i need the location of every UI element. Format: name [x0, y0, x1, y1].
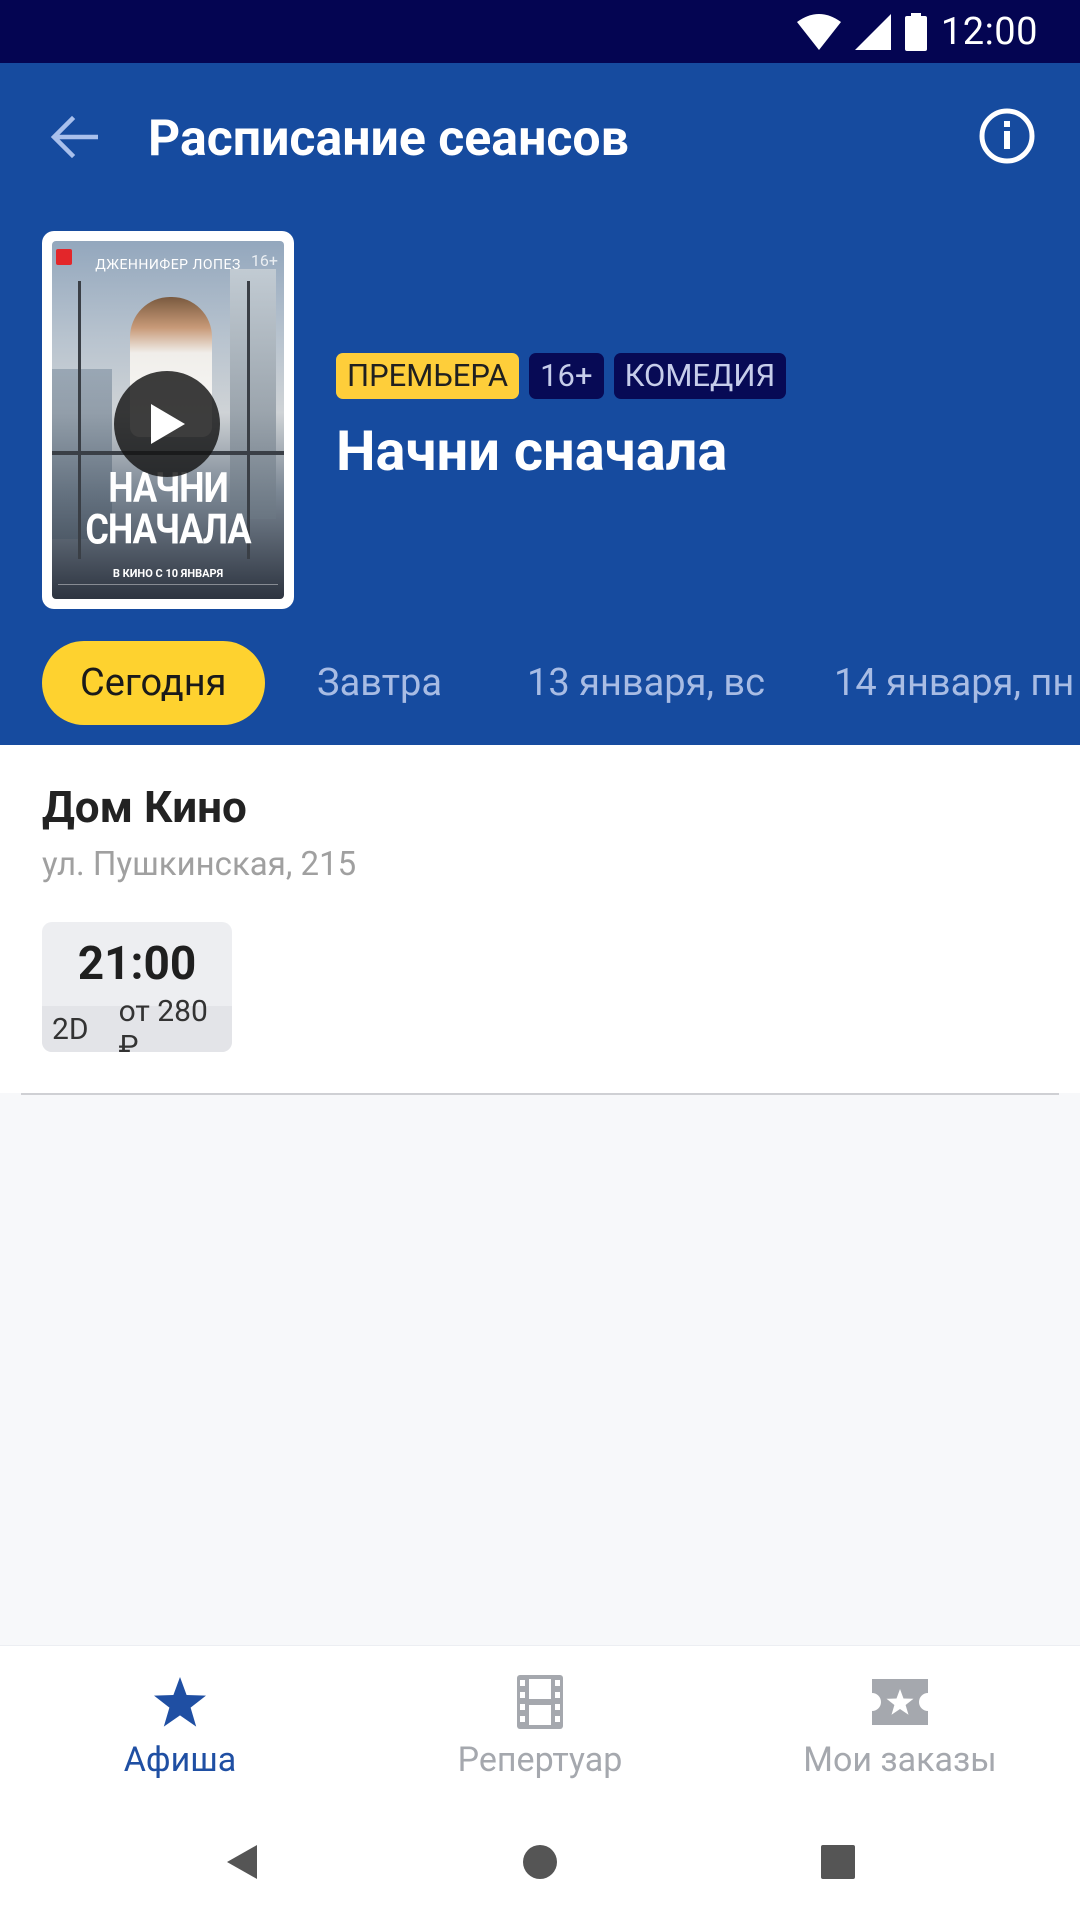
nav-item-my-orders[interactable]: Мои заказы: [750, 1672, 1050, 1780]
date-tab-jan-13[interactable]: 13 января, вс: [527, 641, 765, 725]
star-icon: [154, 1677, 206, 1727]
movie-badges: ПРЕМЬЕРА 16+ КОМЕДИЯ: [336, 353, 787, 399]
status-icons: 12:00: [796, 10, 1038, 54]
system-recents-button[interactable]: [808, 1832, 868, 1892]
info-button[interactable]: [978, 107, 1036, 165]
premiere-badge: ПРЕМЬЕРА: [336, 353, 520, 399]
wifi-icon: [796, 14, 841, 50]
play-icon: [151, 404, 185, 444]
date-tabs: Сегодня Завтра 13 января, вс 14 января, …: [0, 641, 1080, 731]
circle-home-icon: [523, 1845, 557, 1879]
poster-credits: [58, 584, 278, 593]
status-bar: 12:00: [0, 0, 1080, 63]
nav-label-repertoire: Репертуар: [457, 1740, 623, 1780]
cinema-address: ул. Пушкинская, 215: [42, 845, 357, 884]
nav-label-afisha: Афиша: [123, 1740, 237, 1780]
genre-badge: КОМЕДИЯ: [613, 353, 787, 399]
signal-icon: [854, 14, 891, 50]
system-back-button[interactable]: [212, 1832, 272, 1892]
date-tab-tomorrow[interactable]: Завтра: [317, 641, 442, 725]
back-button[interactable]: [44, 107, 104, 167]
poster-image: ДЖЕННИФЕР ЛОПЕЗ 16+ НАЧНИ СНАЧАЛА В КИНО…: [52, 241, 284, 599]
page-title: Расписание сеансов: [148, 110, 629, 168]
session-meta: 2D от 280 ₽: [42, 994, 232, 1052]
session-format: 2D: [52, 1011, 89, 1047]
arrow-back-icon: [50, 115, 98, 159]
system-home-button[interactable]: [510, 1832, 570, 1892]
poster-age: 16+: [250, 251, 278, 270]
square-recents-icon: [821, 1845, 855, 1879]
nav-label-my-orders: Мои заказы: [803, 1740, 997, 1780]
date-tab-jan-14[interactable]: 14 января, пн: [834, 641, 1074, 725]
divider: [21, 1093, 1059, 1095]
session-button[interactable]: 21:00 2D от 280 ₽: [42, 922, 232, 1052]
poster-actor: ДЖЕННИФЕР ЛОПЕЗ: [95, 257, 241, 273]
age-rating-badge: 16+: [529, 353, 604, 399]
system-nav-bar: [0, 1804, 1080, 1920]
nav-item-afisha[interactable]: Афиша: [30, 1672, 330, 1780]
cinema-name: Дом Кино: [42, 781, 247, 833]
session-time: 21:00: [77, 937, 197, 991]
play-trailer-button[interactable]: [114, 371, 220, 477]
ticket-icon: [872, 1679, 928, 1725]
movie-header: Расписание сеансов ДЖЕННИФЕР ЛОПЕЗ 16+ Н…: [0, 63, 1080, 745]
poster-release: В КИНО С 10 ЯНВАРЯ: [112, 567, 224, 580]
nav-item-repertoire[interactable]: Репертуар: [390, 1672, 690, 1780]
session-price: от 280 ₽: [118, 994, 208, 1052]
status-time: 12:00: [940, 10, 1038, 54]
film-icon: [517, 1675, 563, 1729]
poster-title: НАЧНИ СНАЧАЛА: [85, 464, 251, 554]
cinema-card: Дом Кино ул. Пушкинская, 215 21:00 2D от…: [0, 745, 1080, 1093]
triangle-back-icon: [227, 1845, 257, 1879]
battery-icon: [904, 13, 927, 51]
date-tab-today[interactable]: Сегодня: [42, 641, 265, 725]
bottom-nav: Афиша Репертуар Мои заказы: [0, 1646, 1080, 1804]
info-icon: [979, 108, 1035, 164]
movie-poster[interactable]: ДЖЕННИФЕР ЛОПЕЗ 16+ НАЧНИ СНАЧАЛА В КИНО…: [42, 231, 294, 609]
movie-title: Начни сначала: [336, 418, 728, 484]
